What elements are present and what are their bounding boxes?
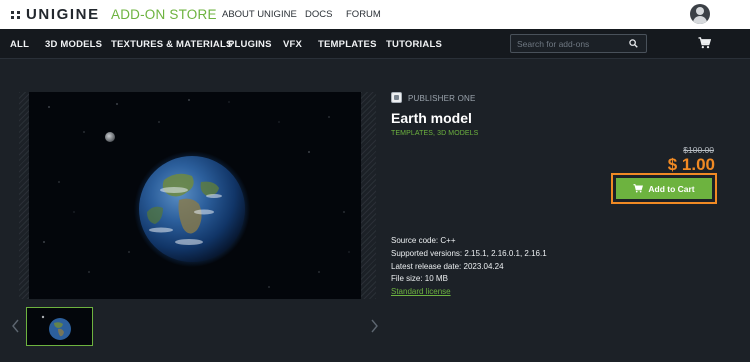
logo-mark-icon <box>11 10 20 19</box>
search-input[interactable] <box>517 38 627 50</box>
publisher-logo-icon <box>391 92 402 103</box>
nav-plugins[interactable]: PLUGINS <box>228 39 272 50</box>
release-date-info: Latest release date: 2023.04.24 <box>391 262 504 271</box>
category-nav: ALL 3D MODELS TEXTURES & MATERIALS PLUGI… <box>0 29 750 59</box>
nav-all[interactable]: ALL <box>10 39 29 50</box>
search-icon[interactable] <box>629 39 638 48</box>
product-categories[interactable]: TEMPLATES, 3D MODELS <box>391 130 478 138</box>
nav-templates[interactable]: TEMPLATES <box>318 39 377 50</box>
nav-3d-models[interactable]: 3D MODELS <box>45 39 102 50</box>
search-box <box>510 34 647 53</box>
gallery-thumbnail[interactable] <box>26 307 93 346</box>
old-price: $100.00 <box>683 145 714 155</box>
about-unigine-link[interactable]: ABOUT UNIGINE <box>222 9 297 21</box>
user-avatar-icon[interactable] <box>690 4 710 24</box>
cart-icon <box>633 184 644 193</box>
earth-image <box>29 92 361 299</box>
forum-link[interactable]: FORUM <box>346 9 381 21</box>
publisher-name[interactable]: PUBLISHER ONE <box>408 94 476 103</box>
supported-versions-info: Supported versions: 2.15.1, 2.16.0.1, 2.… <box>391 249 547 258</box>
gallery-prev-chevron-icon[interactable] <box>11 318 21 334</box>
add-to-cart-button[interactable]: Add to Cart <box>611 173 717 204</box>
standard-license-link[interactable]: Standard license <box>391 287 451 296</box>
nav-textures-materials[interactable]: TEXTURES & MATERIALS <box>111 39 233 50</box>
docs-link[interactable]: DOCS <box>305 9 332 21</box>
gallery-right-edge <box>361 92 376 299</box>
cart-icon[interactable] <box>698 37 711 49</box>
product-image[interactable] <box>29 92 361 299</box>
store-title[interactable]: ADD-ON STORE <box>111 7 217 22</box>
add-to-cart-button-body[interactable]: Add to Cart <box>616 178 712 199</box>
gallery-next-chevron-icon[interactable] <box>369 318 379 334</box>
file-size-info: File size: 10 MB <box>391 274 448 283</box>
product-title: Earth model <box>391 110 472 126</box>
nav-vfx[interactable]: VFX <box>283 39 302 50</box>
add-to-cart-label: Add to Cart <box>648 183 695 194</box>
earth-thumbnail-image <box>27 308 92 345</box>
gallery-left-edge <box>19 92 29 299</box>
top-header: UNIGINE ADD-ON STORE ABOUT UNIGINE DOCS … <box>0 0 750 29</box>
unigine-logo[interactable]: UNIGINE <box>11 7 100 22</box>
nav-tutorials[interactable]: TUTORIALS <box>386 39 442 50</box>
logo-text: UNIGINE <box>26 6 100 23</box>
source-code-info: Source code: C++ <box>391 236 456 245</box>
current-price: $ 1.00 <box>667 155 715 174</box>
